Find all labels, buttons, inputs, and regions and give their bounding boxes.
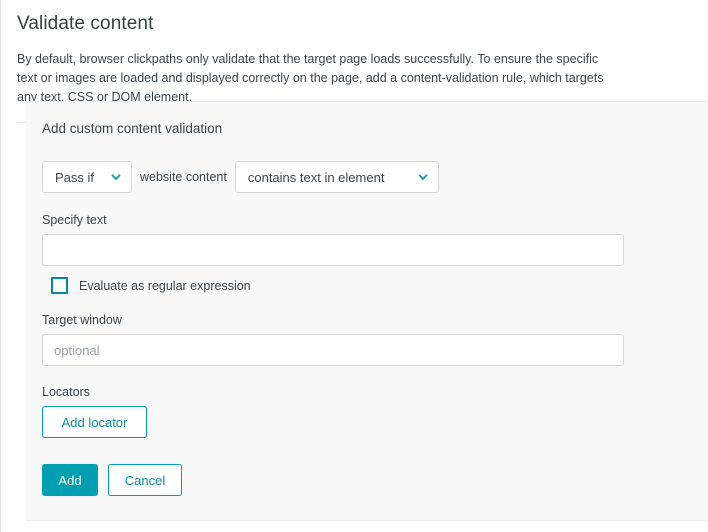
match-condition-value: contains text in element [247, 169, 385, 185]
specify-text-input[interactable] [42, 234, 624, 266]
card-actions: Add Cancel [42, 464, 692, 496]
chevron-down-icon [417, 171, 429, 183]
rule-middle-label: website content [140, 170, 227, 184]
card-title: Add custom content validation [42, 121, 223, 136]
cancel-button[interactable]: Cancel [108, 464, 182, 496]
pass-condition-value: Pass if [55, 169, 95, 185]
validate-content-page: Validate content By default, browser cli… [0, 0, 708, 532]
target-window-label: Target window [42, 313, 122, 327]
evaluate-regex-label[interactable]: Evaluate as regular expression [79, 279, 251, 293]
specify-text-label: Specify text [42, 213, 107, 227]
locators-label: Locators [42, 385, 90, 399]
page-description: By default, browser clickpaths only vali… [17, 52, 604, 104]
add-button[interactable]: Add [42, 464, 98, 496]
rule-row: Pass if website content contains text in… [42, 161, 692, 193]
add-locator-button[interactable]: Add locator [42, 406, 147, 438]
chevron-down-icon [110, 171, 122, 183]
match-condition-select[interactable]: contains text in element [234, 161, 439, 193]
regex-checkbox-row: Evaluate as regular expression [42, 277, 692, 294]
page-title: Validate content [17, 13, 154, 34]
evaluate-regex-checkbox[interactable] [51, 277, 68, 294]
pass-condition-select[interactable]: Pass if [42, 161, 132, 193]
add-validation-card: Add custom content validation Pass if we… [26, 101, 708, 521]
target-window-input[interactable] [42, 334, 624, 366]
